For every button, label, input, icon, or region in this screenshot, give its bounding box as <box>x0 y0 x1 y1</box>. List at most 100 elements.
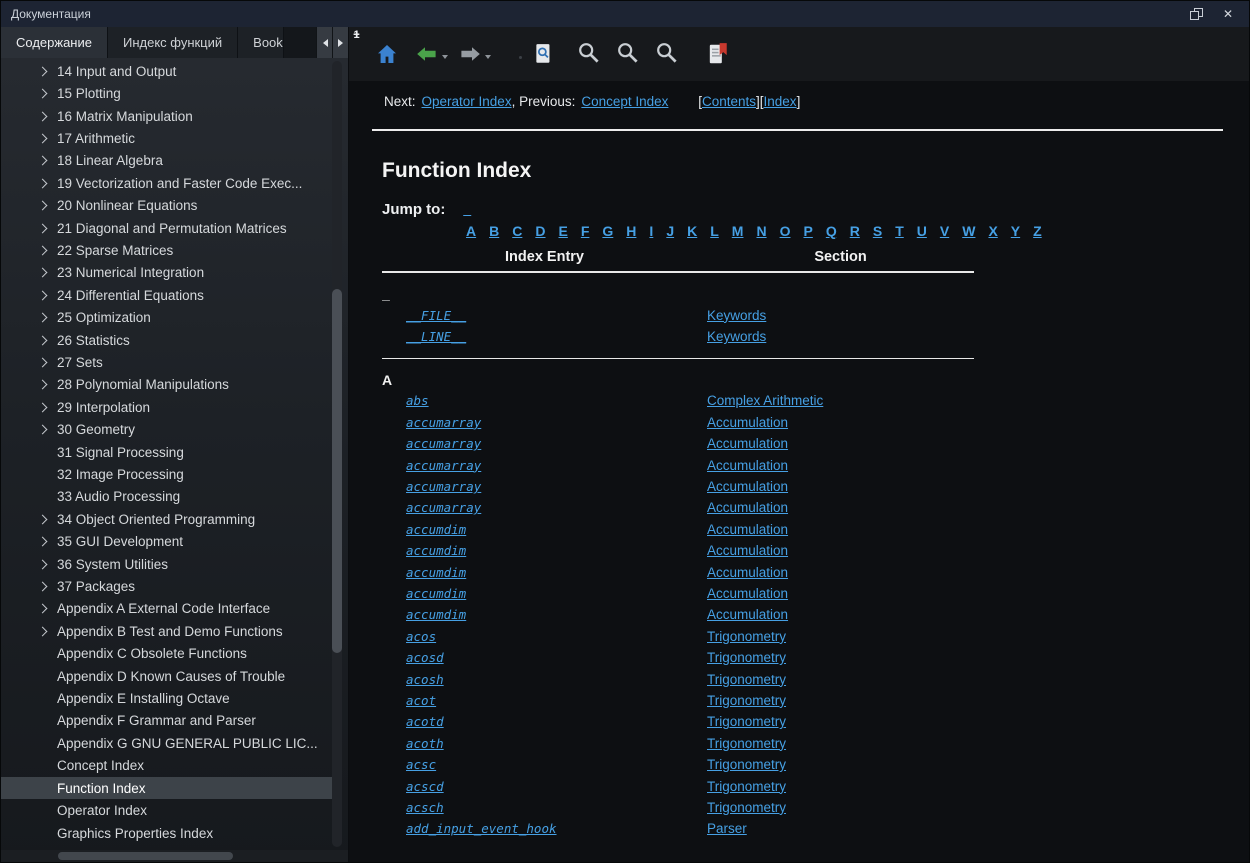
sidebar-item[interactable]: 33 Audio Processing <box>1 486 334 508</box>
jump-letter-link[interactable]: J <box>666 223 674 239</box>
sidebar-item[interactable]: Appendix E Installing Octave <box>1 687 334 709</box>
previous-link[interactable]: Concept Index <box>581 94 668 109</box>
index-entry-link[interactable]: acsc <box>406 757 436 772</box>
sidebar-item[interactable]: 30 Geometry <box>1 419 334 441</box>
index-entry-link[interactable]: __FILE__ <box>406 308 466 323</box>
section-link[interactable]: Accumulation <box>707 543 788 558</box>
sidebar-item[interactable]: Function Index <box>1 777 334 799</box>
index-entry-link[interactable]: accumdim <box>406 522 466 537</box>
section-link[interactable]: Complex Arithmetic <box>707 393 823 408</box>
sidebar-item[interactable]: 21 Diagonal and Permutation Matrices <box>1 217 334 239</box>
sidebar-item[interactable]: 22 Sparse Matrices <box>1 239 334 261</box>
section-link[interactable]: Trigonometry <box>707 629 786 644</box>
sidebar-item[interactable]: Appendix G GNU GENERAL PUBLIC LIC... <box>1 732 334 754</box>
find-button[interactable] <box>532 42 556 66</box>
sidebar-item[interactable]: Operator Index <box>1 799 334 821</box>
sidebar-item[interactable]: 15 Plotting <box>1 82 334 104</box>
section-link[interactable]: Keywords <box>707 308 766 323</box>
section-link[interactable]: Accumulation <box>707 479 788 494</box>
sidebar-item[interactable]: 25 Optimization <box>1 306 334 328</box>
sidebar-item[interactable]: Concept Index <box>1 755 334 777</box>
jump-letter-link[interactable]: V <box>940 223 949 239</box>
jump-letter-link[interactable]: Q <box>826 223 837 239</box>
next-link[interactable]: Operator Index <box>422 94 512 109</box>
vertical-scrollbar-thumb[interactable] <box>332 289 342 653</box>
sidebar-item[interactable]: 20 Nonlinear Equations <box>1 194 334 216</box>
jump-letter-link[interactable]: T <box>895 223 904 239</box>
horizontal-scrollbar-thumb[interactable] <box>58 852 233 860</box>
sidebar-item[interactable]: 29 Interpolation <box>1 396 334 418</box>
index-entry-link[interactable]: acoth <box>406 736 444 751</box>
jump-letter-link[interactable]: B <box>489 223 499 239</box>
section-link[interactable]: Accumulation <box>707 586 788 601</box>
index-entry-link[interactable]: acotd <box>406 714 444 729</box>
sidebar-item[interactable]: 23 Numerical Integration <box>1 262 334 284</box>
index-entry-link[interactable]: accumarray <box>406 479 481 494</box>
section-link[interactable]: Accumulation <box>707 415 788 430</box>
sidebar-item[interactable]: 27 Sets <box>1 351 334 373</box>
section-link[interactable]: Trigonometry <box>707 693 786 708</box>
jump-letter-link[interactable]: M <box>732 223 744 239</box>
jump-letter-link[interactable]: X <box>988 223 997 239</box>
index-entry-link[interactable]: accumdim <box>406 543 466 558</box>
jump-letter-link[interactable]: C <box>512 223 522 239</box>
sidebar-item[interactable]: 36 System Utilities <box>1 553 334 575</box>
sidebar-item[interactable]: 16 Matrix Manipulation <box>1 105 334 127</box>
tab-bookmarks[interactable]: Book <box>238 27 284 58</box>
bookmark-button[interactable] <box>706 42 730 66</box>
index-entry-link[interactable]: acot <box>406 693 436 708</box>
jump-letter-link[interactable]: E <box>559 223 568 239</box>
restore-window-button[interactable] <box>1190 8 1203 20</box>
jump-letter-link[interactable]: G <box>602 223 613 239</box>
section-link[interactable]: Keywords <box>707 329 766 344</box>
section-link[interactable]: Parser <box>707 821 747 836</box>
sidebar-item[interactable]: Appendix F Grammar and Parser <box>1 710 334 732</box>
index-entry-link[interactable]: accumdim <box>406 565 466 580</box>
jump-underscore-link[interactable]: _ <box>463 201 471 217</box>
section-link[interactable]: Trigonometry <box>707 714 786 729</box>
index-entry-link[interactable]: accumarray <box>406 436 481 451</box>
zoom-out-button[interactable]: − <box>617 42 641 66</box>
index-entry-link[interactable]: acsch <box>406 800 444 815</box>
sidebar-item[interactable]: 35 GUI Development <box>1 531 334 553</box>
jump-letter-link[interactable]: A <box>466 223 476 239</box>
index-link[interactable]: Index <box>764 94 797 109</box>
tab-contents[interactable]: Содержание <box>1 27 108 58</box>
sidebar-item[interactable]: 28 Polynomial Manipulations <box>1 374 334 396</box>
section-link[interactable]: Accumulation <box>707 607 788 622</box>
close-window-button[interactable] <box>1221 7 1235 21</box>
jump-letter-link[interactable]: Z <box>1033 223 1042 239</box>
contents-link[interactable]: Contents <box>702 94 756 109</box>
jump-letter-link[interactable]: R <box>850 223 860 239</box>
jump-letter-link[interactable]: N <box>756 223 766 239</box>
sidebar-item[interactable]: 32 Image Processing <box>1 463 334 485</box>
tab-function-index[interactable]: Индекс функций <box>108 27 238 58</box>
index-entry-link[interactable]: abs <box>406 393 429 408</box>
jump-letter-link[interactable]: H <box>626 223 636 239</box>
index-entry-link[interactable]: accumarray <box>406 415 481 430</box>
sidebar-item[interactable]: 18 Linear Algebra <box>1 150 334 172</box>
index-entry-link[interactable]: add_input_event_hook <box>406 821 557 836</box>
sidebar-item[interactable]: Appendix D Known Causes of Trouble <box>1 665 334 687</box>
home-button[interactable] <box>375 42 399 66</box>
jump-letter-link[interactable]: Y <box>1011 223 1020 239</box>
jump-letter-link[interactable]: P <box>803 223 812 239</box>
sidebar-item[interactable]: 24 Differential Equations <box>1 284 334 306</box>
section-link[interactable]: Trigonometry <box>707 736 786 751</box>
section-link[interactable]: Accumulation <box>707 522 788 537</box>
forward-button[interactable] <box>458 42 491 66</box>
jump-letter-link[interactable]: S <box>873 223 882 239</box>
sidebar-item[interactable]: 14 Input and Output <box>1 60 334 82</box>
sidebar-horizontal-scrollbar[interactable] <box>1 850 348 862</box>
sidebar-item[interactable]: 31 Signal Processing <box>1 441 334 463</box>
sidebar-item[interactable]: 17 Arithmetic <box>1 127 334 149</box>
jump-letter-link[interactable]: O <box>780 223 791 239</box>
zoom-in-button[interactable]: + <box>578 42 602 66</box>
tab-scroll-left-button[interactable] <box>316 27 332 58</box>
index-entry-link[interactable]: accumarray <box>406 458 481 473</box>
index-entry-link[interactable]: accumdim <box>406 607 466 622</box>
section-link[interactable]: Accumulation <box>707 500 788 515</box>
jump-letter-link[interactable]: K <box>687 223 697 239</box>
index-entry-link[interactable]: acosd <box>406 650 444 665</box>
tab-scroll-right-button[interactable] <box>332 27 348 58</box>
